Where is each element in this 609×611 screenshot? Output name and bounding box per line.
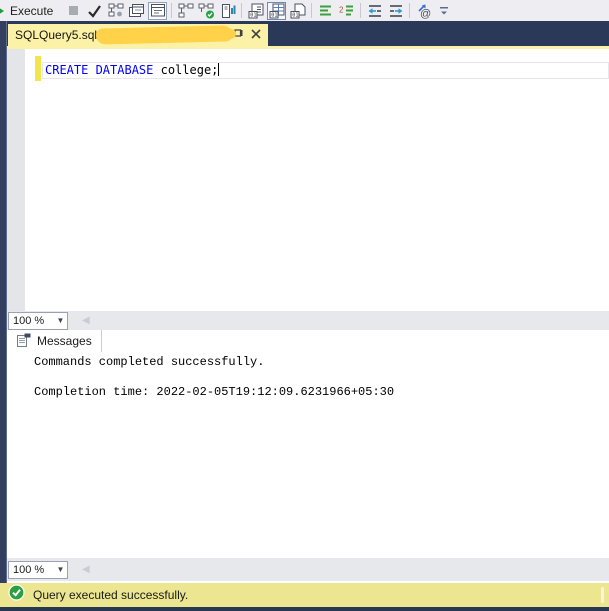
messages-zoom-dropdown[interactable]: 100 % ▼ (8, 560, 68, 579)
track-changes-bar (35, 56, 41, 81)
close-icon[interactable] (251, 26, 261, 44)
messages-zoom-row: 100 % ▼ ◀ (6, 558, 609, 581)
execute-button[interactable]: Execute (10, 4, 53, 18)
messages-zoom-value: 100 % (13, 563, 45, 576)
svg-text:2: 2 (339, 6, 344, 15)
hscroll-left-arrow-icon[interactable]: ◀ (82, 315, 90, 326)
results-to-file-icon[interactable]: 01 (288, 2, 307, 20)
success-check-icon (8, 584, 25, 606)
hscroll-left-arrow-icon[interactable]: ◀ (82, 564, 90, 575)
messages-tab-label: Messages (37, 334, 92, 348)
toolbar-separator (171, 3, 173, 18)
editor-zoom-dropdown[interactable]: 100 % ▼ (8, 311, 68, 330)
chevron-down-icon: ▼ (56, 565, 65, 574)
execute-play-icon[interactable] (0, 4, 4, 17)
toolbar-separator (360, 3, 362, 18)
sql-keyword: CREATE DATABASE (45, 63, 154, 77)
messages-icon (17, 333, 31, 350)
actual-execution-plan-icon[interactable] (176, 2, 195, 20)
estimated-plan-icon[interactable] (106, 2, 125, 20)
stop-icon (64, 2, 83, 20)
text-caret (218, 63, 220, 76)
svg-text:01: 01 (271, 12, 277, 18)
status-bar: Query executed successfully. (0, 583, 609, 607)
editor-indicator-margin (7, 49, 25, 311)
query-toolbar: Execute 01 01 01 2 @ (0, 0, 609, 21)
svg-text:@: @ (420, 8, 431, 19)
results-to-text-icon[interactable]: 01 (246, 2, 265, 20)
indent-icon[interactable] (386, 2, 405, 20)
intellisense-icon[interactable] (148, 1, 168, 20)
toolbar-separator (409, 3, 411, 18)
svg-text:01: 01 (250, 12, 256, 18)
resize-grip[interactable] (601, 587, 604, 603)
editor-zoom-value: 100 % (13, 314, 45, 327)
outdent-icon[interactable] (365, 2, 384, 20)
editor-zoom-row: 100 % ▼ ◀ (6, 311, 609, 330)
sql-editor[interactable] (0, 49, 609, 311)
message-line: Completion time: 2022-02-05T19:12:09.623… (34, 385, 395, 399)
live-query-statistics-icon[interactable] (197, 2, 216, 20)
redaction-scribble (95, 25, 233, 45)
tab-title: SQLQuery5.sql - (15, 28, 108, 42)
chevron-down-icon: ▼ (56, 316, 65, 325)
toolbar-separator (311, 3, 313, 18)
tab-sqlquery5[interactable]: SQLQuery5.sql - (8, 24, 268, 46)
client-statistics-icon[interactable] (218, 2, 237, 20)
svg-text:01: 01 (292, 12, 298, 18)
uncomment-icon[interactable]: 2 (337, 2, 356, 20)
query-options-icon[interactable] (127, 2, 146, 20)
comment-icon[interactable] (316, 2, 335, 20)
template-parameters-icon[interactable]: @ (414, 2, 433, 20)
status-text: Query executed successfully. (33, 588, 189, 602)
code-line[interactable]: CREATE DATABASE college; (45, 63, 220, 78)
document-tab-strip: SQLQuery5.sql - (0, 21, 609, 46)
message-line: Commands completed successfully. (34, 355, 265, 369)
toolbar-overflow-icon[interactable] (435, 2, 454, 20)
window-bottom-border (0, 607, 609, 611)
toolbar-separator (241, 3, 243, 18)
parse-check-icon[interactable] (85, 2, 104, 20)
sql-code-rest: college; (153, 63, 219, 77)
tab-messages[interactable]: Messages (8, 330, 102, 352)
window-left-border (0, 21, 7, 583)
results-to-grid-icon[interactable]: 01 (267, 1, 287, 20)
